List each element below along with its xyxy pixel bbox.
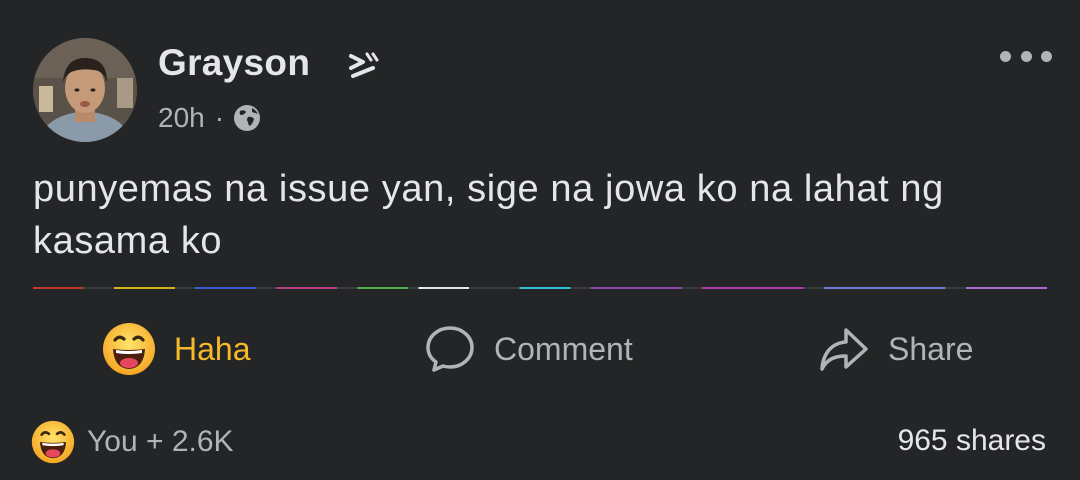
haha-emoji-icon	[31, 420, 75, 464]
share-button[interactable]: Share	[818, 322, 973, 376]
comment-button[interactable]: Comment	[424, 322, 633, 376]
divider	[33, 287, 1047, 289]
comment-label: Comment	[494, 330, 633, 367]
post-time[interactable]: 20h	[158, 102, 205, 134]
globe-icon[interactable]	[232, 103, 262, 133]
reaction-count: You + 2.6K	[87, 425, 234, 458]
post-meta: 20h ·	[158, 102, 262, 134]
comment-bubble-icon	[426, 326, 474, 372]
more-dot	[1000, 50, 1011, 62]
haha-emoji-icon	[103, 323, 155, 375]
reaction-label: Haha	[174, 330, 251, 367]
more-dot	[1020, 50, 1032, 62]
more-dot	[1041, 50, 1052, 62]
share-label: Share	[888, 330, 974, 367]
share-arrow-icon	[820, 328, 868, 371]
more-options-icon[interactable]	[1000, 46, 1052, 66]
meta-separator: ·	[214, 102, 225, 133]
share-count[interactable]: 965 shares	[898, 424, 1046, 458]
reaction-summary[interactable]: You + 2.6K	[31, 420, 234, 464]
avatar[interactable]	[33, 38, 137, 142]
post-text: punyemas na issue yan, sige na jowa ko n…	[33, 168, 944, 262]
author-name[interactable]: Grayson	[158, 42, 310, 84]
post-card: Grayson 20h · punyemas na issue yan, sig…	[0, 0, 1080, 480]
badge-icon	[349, 52, 379, 78]
reaction-button[interactable]: Haha	[102, 322, 251, 376]
